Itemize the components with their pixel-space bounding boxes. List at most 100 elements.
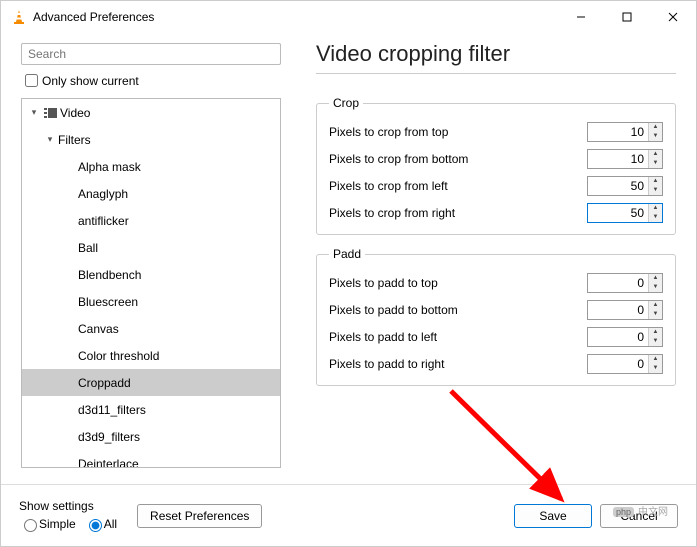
spinbox-input[interactable] — [588, 177, 648, 195]
tree-item[interactable]: Color threshold — [22, 342, 280, 369]
tree-item[interactable]: Ball — [22, 234, 280, 261]
close-button[interactable] — [650, 1, 696, 33]
tree-item-label: d3d11_filters — [78, 403, 146, 417]
spinbox-steppers[interactable]: ▲▼ — [648, 177, 662, 195]
field-label: Pixels to padd to bottom — [329, 303, 587, 317]
only-show-current-checkbox[interactable]: Only show current — [21, 71, 291, 90]
radio-simple[interactable]: Simple — [19, 516, 76, 532]
stepper-up-icon[interactable]: ▲ — [649, 177, 662, 186]
spinbox[interactable]: ▲▼ — [587, 273, 663, 293]
tree-node-label: Filters — [58, 133, 91, 147]
spinbox-input[interactable] — [588, 150, 648, 168]
tree-item[interactable]: Deinterlace — [22, 450, 280, 468]
tree-item[interactable]: Anaglyph — [22, 180, 280, 207]
field-label: Pixels to crop from top — [329, 125, 587, 139]
tree-node-filters[interactable]: ▾ Filters — [22, 126, 280, 153]
field-label: Pixels to crop from left — [329, 179, 587, 193]
maximize-button[interactable] — [604, 1, 650, 33]
stepper-up-icon[interactable]: ▲ — [649, 274, 662, 283]
chevron-down-icon: ▾ — [42, 134, 58, 145]
tree-item-label: Anaglyph — [78, 187, 128, 201]
spinbox-input[interactable] — [588, 274, 648, 292]
main-panel: Video cropping filter Crop Pixels to cro… — [291, 43, 676, 475]
only-show-current-label: Only show current — [42, 74, 139, 88]
tree-node-video[interactable]: ▾ Video — [22, 99, 280, 126]
footer: Show settings Simple All Reset Preferenc… — [1, 484, 696, 546]
tree-item-label: d3d9_filters — [78, 430, 140, 444]
tree-item[interactable]: d3d11_filters — [22, 396, 280, 423]
stepper-down-icon[interactable]: ▼ — [649, 132, 662, 141]
stepper-up-icon[interactable]: ▲ — [649, 150, 662, 159]
show-settings: Show settings Simple All — [19, 499, 123, 532]
tree-item[interactable]: Croppadd — [22, 369, 280, 396]
spinbox[interactable]: ▲▼ — [587, 327, 663, 347]
titlebar: Advanced Preferences — [1, 1, 696, 33]
padd-group: Padd Pixels to padd to top▲▼Pixels to pa… — [316, 247, 676, 386]
spinbox-steppers[interactable]: ▲▼ — [648, 355, 662, 373]
spinbox-input[interactable] — [588, 328, 648, 346]
watermark: php中文网 — [613, 503, 668, 518]
video-icon — [42, 107, 60, 119]
stepper-down-icon[interactable]: ▼ — [649, 337, 662, 346]
stepper-down-icon[interactable]: ▼ — [649, 283, 662, 292]
tree-item[interactable]: antiflicker — [22, 207, 280, 234]
spinbox-input[interactable] — [588, 204, 648, 222]
spinbox[interactable]: ▲▼ — [587, 354, 663, 374]
save-button[interactable]: Save — [514, 504, 592, 528]
stepper-up-icon[interactable]: ▲ — [649, 301, 662, 310]
preferences-tree[interactable]: ▾ Video ▾ Filters Alpha mask Anaglyph anti… — [21, 98, 281, 468]
tree-item[interactable]: Bluescreen — [22, 288, 280, 315]
stepper-up-icon[interactable]: ▲ — [649, 328, 662, 337]
field-row: Pixels to padd to right▲▼ — [329, 350, 663, 377]
tree-item-label: Canvas — [78, 322, 119, 336]
spinbox-steppers[interactable]: ▲▼ — [648, 123, 662, 141]
tree-item[interactable]: Canvas — [22, 315, 280, 342]
chevron-down-icon: ▾ — [26, 107, 42, 118]
tree-item-label: Alpha mask — [78, 160, 141, 174]
spinbox-steppers[interactable]: ▲▼ — [648, 301, 662, 319]
crop-group: Crop Pixels to crop from top▲▼Pixels to … — [316, 96, 676, 235]
spinbox-steppers[interactable]: ▲▼ — [648, 204, 662, 222]
stepper-down-icon[interactable]: ▼ — [649, 364, 662, 373]
spinbox[interactable]: ▲▼ — [587, 149, 663, 169]
tree-item[interactable]: Alpha mask — [22, 153, 280, 180]
tree-item-label: Deinterlace — [78, 457, 139, 469]
tree-item-label: Color threshold — [78, 349, 159, 363]
stepper-up-icon[interactable]: ▲ — [649, 123, 662, 132]
minimize-button[interactable] — [558, 1, 604, 33]
spinbox[interactable]: ▲▼ — [587, 300, 663, 320]
only-show-current-input[interactable] — [25, 74, 38, 87]
stepper-up-icon[interactable]: ▲ — [649, 355, 662, 364]
show-settings-label: Show settings — [19, 499, 123, 513]
field-label: Pixels to padd to top — [329, 276, 587, 290]
radio-all[interactable]: All — [84, 516, 117, 532]
spinbox[interactable]: ▲▼ — [587, 176, 663, 196]
sidebar: Only show current ▾ Video ▾ Filters Alph… — [21, 43, 291, 475]
field-row: Pixels to crop from right ▲▼ — [329, 199, 663, 226]
field-label: Pixels to crop from right — [329, 206, 587, 220]
spinbox-input[interactable] — [588, 301, 648, 319]
field-label: Pixels to crop from bottom — [329, 152, 587, 166]
stepper-down-icon[interactable]: ▼ — [649, 310, 662, 319]
stepper-down-icon[interactable]: ▼ — [649, 159, 662, 168]
stepper-down-icon[interactable]: ▼ — [649, 213, 662, 222]
tree-node-label: Video — [60, 106, 90, 120]
window-controls — [558, 1, 696, 33]
spinbox-input[interactable] — [588, 123, 648, 141]
spinbox-steppers[interactable]: ▲▼ — [648, 328, 662, 346]
spinbox-steppers[interactable]: ▲▼ — [648, 150, 662, 168]
reset-preferences-button[interactable]: Reset Preferences — [137, 504, 262, 528]
tree-item[interactable]: Blendbench — [22, 261, 280, 288]
spinbox[interactable]: ▲▼ — [587, 122, 663, 142]
padd-legend: Padd — [329, 247, 365, 261]
stepper-down-icon[interactable]: ▼ — [649, 186, 662, 195]
tree-item[interactable]: d3d9_filters — [22, 423, 280, 450]
spinbox[interactable]: ▲▼ — [587, 203, 663, 223]
field-row: Pixels to crop from bottom ▲▼ — [329, 145, 663, 172]
stepper-up-icon[interactable]: ▲ — [649, 204, 662, 213]
vlc-icon — [11, 9, 27, 25]
spinbox-steppers[interactable]: ▲▼ — [648, 274, 662, 292]
search-input[interactable] — [21, 43, 281, 65]
tree-item-label: Blendbench — [78, 268, 141, 282]
spinbox-input[interactable] — [588, 355, 648, 373]
